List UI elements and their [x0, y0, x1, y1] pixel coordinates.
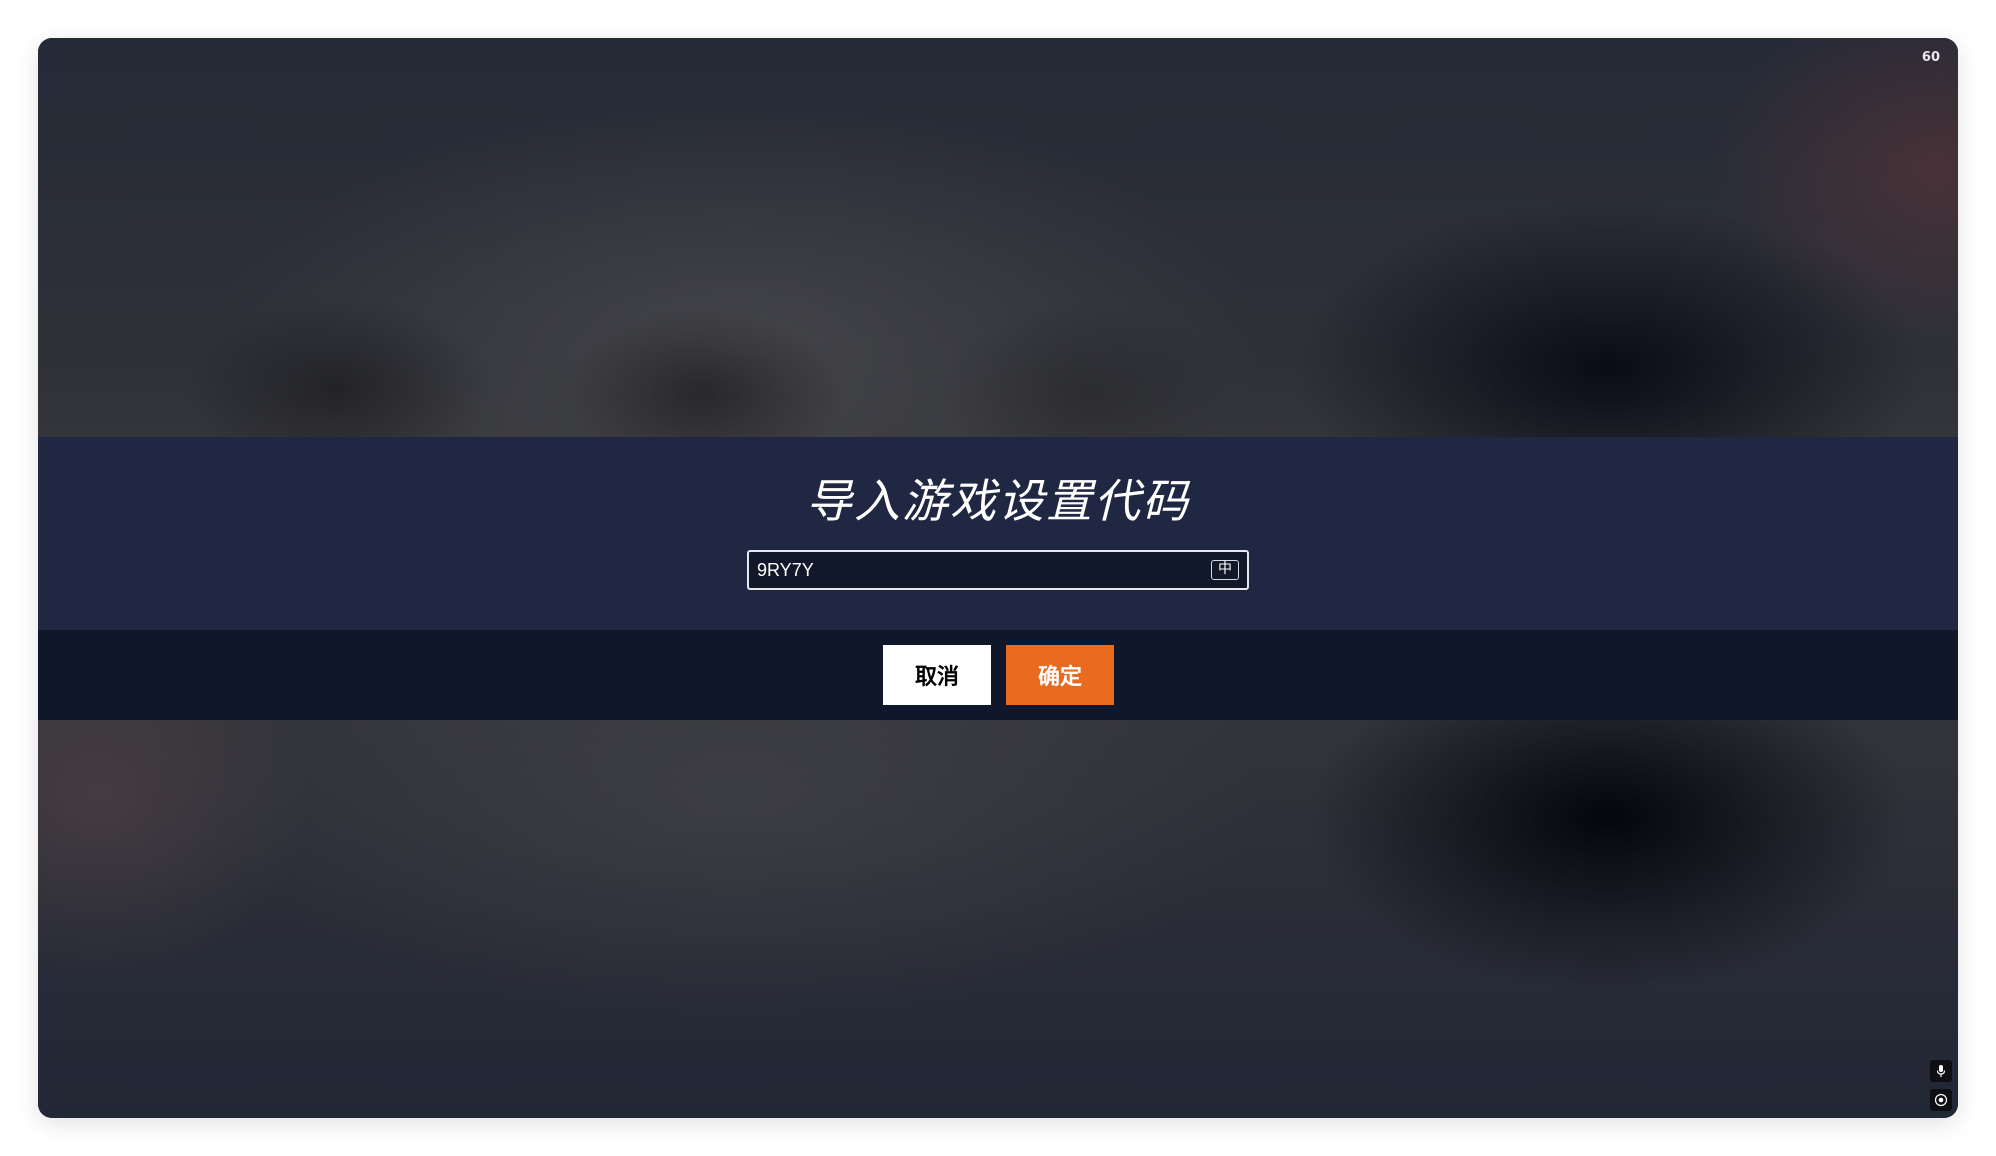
record-icon[interactable] [1930, 1089, 1952, 1111]
settings-code-input[interactable] [749, 552, 1197, 588]
import-settings-dialog: 导入游戏设置代码 中 [38, 437, 1958, 630]
cancel-button[interactable]: 取消 [883, 645, 991, 705]
microphone-icon[interactable] [1930, 1060, 1952, 1082]
confirm-button[interactable]: 确定 [1006, 645, 1114, 705]
fps-counter: 60 [1921, 50, 1940, 65]
settings-code-field[interactable]: 中 [747, 550, 1249, 590]
game-window: 60 导入游戏设置代码 中 取消 确定 [38, 38, 1958, 1118]
dialog-title: 导入游戏设置代码 [806, 474, 1190, 528]
ime-indicator: 中 [1211, 560, 1239, 580]
dialog-action-bar: 取消 确定 [38, 630, 1958, 720]
